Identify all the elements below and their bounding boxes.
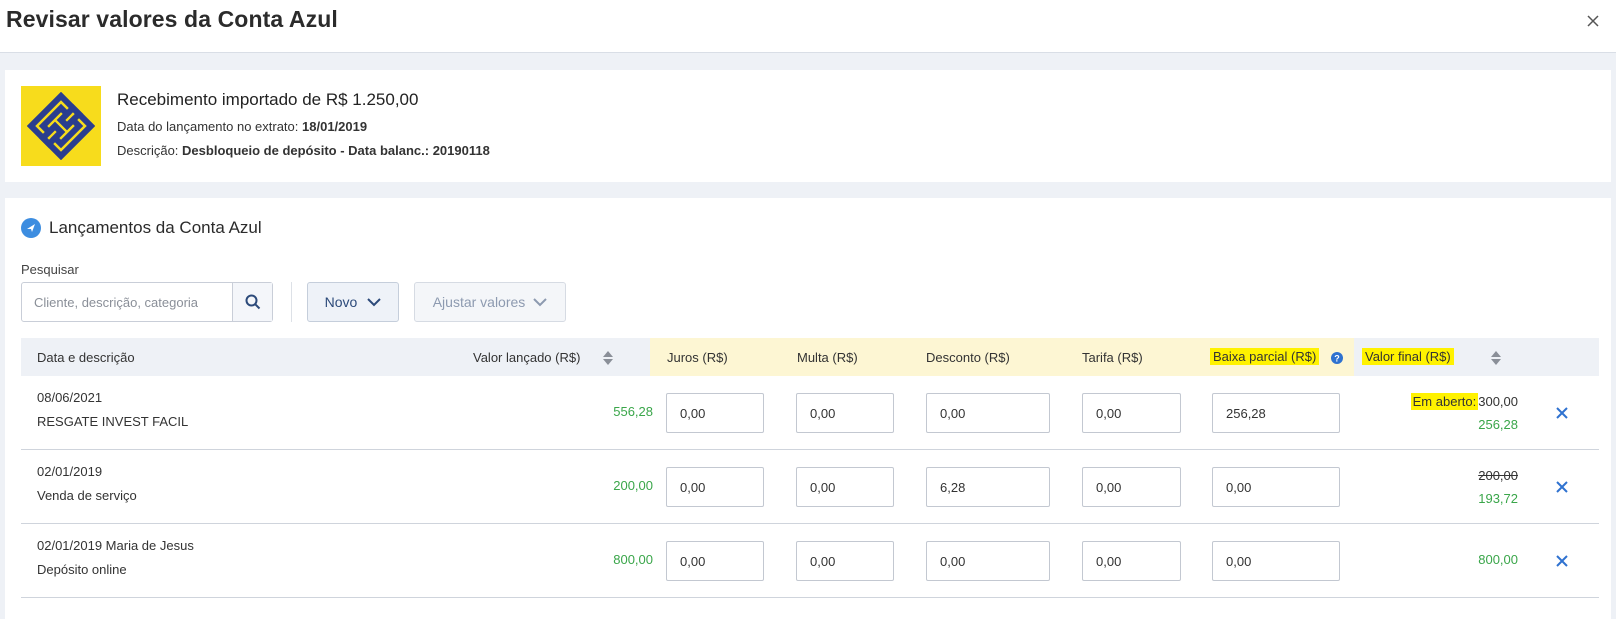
table-row: 02/01/2019 Maria de Jesus Depósito onlin… <box>21 524 1599 598</box>
row-date: 02/01/2019 Maria de Jesus <box>37 538 194 553</box>
import-desc-label: Descrição: <box>117 143 179 158</box>
section-title: Lançamentos da Conta Azul <box>49 218 262 237</box>
juros-input[interactable] <box>666 393 764 433</box>
sort-icon[interactable] <box>602 350 614 366</box>
col-date-desc: Data e descrição <box>37 350 135 365</box>
valor-final: 256,28 <box>1478 417 1518 432</box>
valor-final-open: Em aberto: 300,00 <box>1410 393 1518 410</box>
search-box <box>21 282 273 322</box>
col-valor-lancado[interactable]: Valor lançado (R$) <box>473 350 580 365</box>
close-icon[interactable] <box>1582 10 1604 32</box>
table-header: Data e descrição Valor lançado (R$) Juro… <box>21 338 1599 376</box>
juros-input[interactable] <box>666 541 764 581</box>
lancamentos-card: Lançamentos da Conta Azul Pesquisar Novo… <box>5 198 1611 619</box>
multa-input[interactable] <box>796 393 894 433</box>
bank-logo-icon <box>21 86 101 166</box>
conta-azul-icon <box>21 218 41 238</box>
table-row: 02/01/2019 Venda de serviço 200,00 200,0… <box>21 450 1599 524</box>
juros-input[interactable] <box>666 467 764 507</box>
multa-input[interactable] <box>796 541 894 581</box>
import-desc-value: Desbloqueio de depósito - Data balanc.: … <box>182 143 490 158</box>
row-valor-lancado: 556,28 <box>613 404 653 419</box>
baixa-parcial-input[interactable] <box>1212 393 1340 433</box>
search-input[interactable] <box>22 283 232 321</box>
remove-icon[interactable] <box>1555 406 1569 420</box>
import-title: Recebimento importado de R$ 1.250,00 <box>117 90 419 109</box>
row-date: 08/06/2021 <box>37 390 103 405</box>
valor-final: 193,72 <box>1478 491 1518 506</box>
import-date-label: Data do lançamento no extrato: <box>117 119 299 134</box>
row-valor-lancado: 200,00 <box>613 478 653 493</box>
ajustar-label: Ajustar valores <box>432 294 526 310</box>
ajustar-valores-button[interactable]: Ajustar valores <box>414 282 566 322</box>
col-desconto: Desconto (R$) <box>926 350 1010 365</box>
desconto-input[interactable] <box>926 541 1050 581</box>
col-juros: Juros (R$) <box>667 350 728 365</box>
remove-icon[interactable] <box>1555 554 1569 568</box>
chevron-down-icon <box>533 297 548 306</box>
lancamentos-table: Data e descrição Valor lançado (R$) Juro… <box>21 338 1599 598</box>
table-row: 08/06/2021 RESGATE INVEST FACIL 556,28 E… <box>21 376 1599 450</box>
dialog-title: Revisar valores da Conta Azul <box>6 6 338 32</box>
search-label: Pesquisar <box>21 262 79 277</box>
tarifa-input[interactable] <box>1082 541 1181 581</box>
row-description: Depósito online <box>37 562 127 577</box>
baixa-parcial-input[interactable] <box>1212 467 1340 507</box>
valor-original-struck: 200,00 <box>1478 468 1518 483</box>
help-icon[interactable]: ? <box>1331 352 1343 364</box>
desconto-input[interactable] <box>926 467 1050 507</box>
dialog-header: Revisar valores da Conta Azul <box>0 0 1616 53</box>
baixa-parcial-input[interactable] <box>1212 541 1340 581</box>
valor-final: 800,00 <box>1478 552 1518 567</box>
valor-em-aberto: 300,00 <box>1478 394 1518 409</box>
remove-icon[interactable] <box>1555 480 1569 494</box>
search-icon <box>245 294 260 310</box>
row-description: Venda de serviço <box>37 488 137 503</box>
multa-input[interactable] <box>796 467 894 507</box>
col-valor-final[interactable]: Valor final (R$) <box>1362 348 1454 365</box>
import-date-line: Data do lançamento no extrato: 18/01/201… <box>117 119 490 134</box>
em-aberto-badge: Em aberto: <box>1410 393 1479 410</box>
row-date: 02/01/2019 <box>37 464 103 479</box>
svg-text:?: ? <box>1334 354 1340 364</box>
valor-original: 200,00 <box>1478 468 1518 483</box>
col-baixa-parcial: Baixa parcial (R$) <box>1210 348 1320 365</box>
row-description: RESGATE INVEST FACIL <box>37 414 189 429</box>
tarifa-input[interactable] <box>1082 393 1181 433</box>
tarifa-input[interactable] <box>1082 467 1181 507</box>
col-tarifa: Tarifa (R$) <box>1082 350 1143 365</box>
desconto-input[interactable] <box>926 393 1050 433</box>
sort-icon[interactable] <box>1490 350 1502 366</box>
import-date-value: 18/01/2019 <box>302 119 368 134</box>
row-valor-lancado: 800,00 <box>613 552 653 567</box>
novo-button[interactable]: Novo <box>307 282 399 322</box>
section-header: Lançamentos da Conta Azul <box>21 218 262 238</box>
import-desc-line: Descrição: Desbloqueio de depósito - Dat… <box>117 143 490 158</box>
import-info-card: Recebimento importado de R$ 1.250,00 Dat… <box>5 70 1611 182</box>
import-info-text: Recebimento importado de R$ 1.250,00 Dat… <box>117 90 490 167</box>
chevron-down-icon <box>367 297 382 306</box>
col-multa: Multa (R$) <box>797 350 858 365</box>
toolbar-divider <box>291 282 292 322</box>
novo-label: Novo <box>324 294 358 310</box>
search-button[interactable] <box>232 283 272 321</box>
